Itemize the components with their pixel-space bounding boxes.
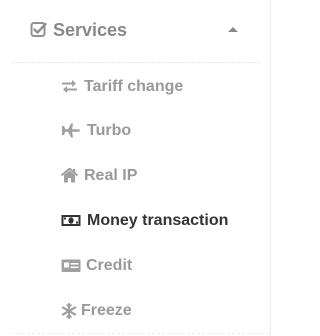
services-section-title: Services bbox=[53, 20, 128, 40]
menu-item-credit[interactable]: Credit bbox=[0, 243, 270, 288]
panel-bottom-divider bbox=[12, 333, 270, 334]
services-section-header[interactable]: Services bbox=[0, 0, 274, 62]
services-menu-list: Tariff change Turbo Real IP Money transa… bbox=[0, 63, 270, 333]
menu-item-money-transaction[interactable]: Money transaction bbox=[0, 198, 270, 243]
caret-up-icon[interactable] bbox=[228, 27, 238, 32]
menu-item-label: Money transaction bbox=[87, 212, 229, 229]
checkbox-checked-icon bbox=[30, 21, 48, 39]
panel-right-border bbox=[270, 0, 271, 336]
menu-item-real-ip[interactable]: Real IP bbox=[0, 153, 270, 198]
exchange-arrows-icon bbox=[61, 79, 78, 94]
money-bill-icon bbox=[61, 213, 81, 228]
menu-item-tariff-change[interactable]: Tariff change bbox=[0, 63, 270, 108]
menu-item-label: Freeze bbox=[81, 302, 132, 319]
snowflake-icon bbox=[61, 302, 78, 320]
menu-item-label: Turbo bbox=[87, 122, 132, 139]
credit-card-icon bbox=[61, 258, 81, 273]
menu-item-freeze[interactable]: Freeze bbox=[0, 288, 270, 333]
menu-item-label: Tariff change bbox=[84, 78, 184, 95]
plane-icon bbox=[61, 123, 80, 138]
menu-item-turbo[interactable]: Turbo bbox=[0, 108, 270, 153]
home-icon bbox=[60, 167, 79, 183]
menu-item-label: Credit bbox=[86, 257, 133, 274]
services-menu-panel: Services Tariff change Turbo Real IP Mon… bbox=[0, 0, 274, 336]
menu-item-label: Real IP bbox=[84, 167, 138, 184]
